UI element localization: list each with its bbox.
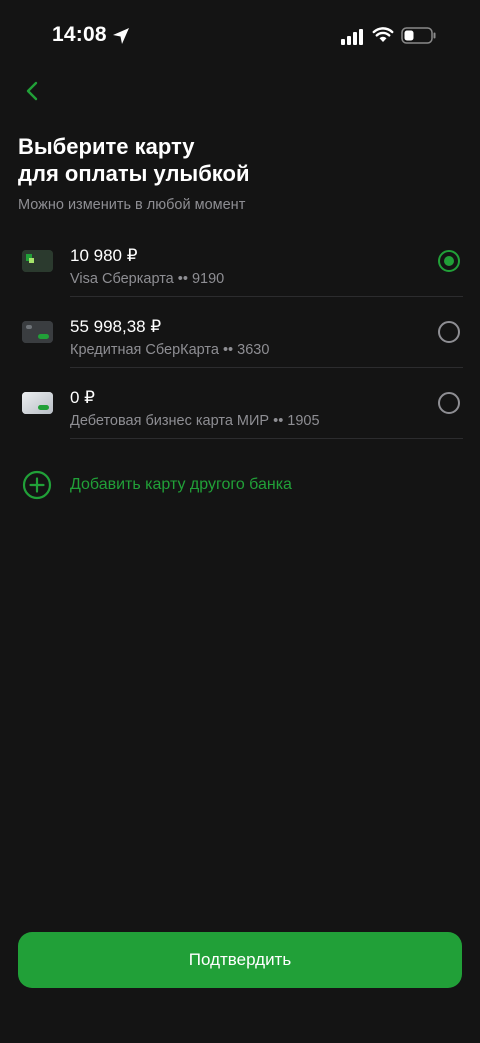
page-title-line-1: Выберите карту (18, 134, 195, 159)
page-title: Выберите карту для оплаты улыбкой (18, 133, 458, 187)
plus-circle-icon (22, 470, 52, 500)
card-name: Дебетовая бизнес карта МИР •• 1905 (70, 413, 320, 429)
chevron-left-icon (26, 81, 38, 101)
divider (70, 438, 463, 439)
signal-icon (341, 29, 363, 45)
card-option[interactable]: 0 ₽ Дебетовая бизнес карта МИР •• 1905 (0, 368, 480, 439)
card-name: Visa Сберкарта •• 9190 (70, 271, 225, 287)
page-subtitle: Можно изменить в любой момент (18, 197, 246, 213)
card-name: Кредитная СберКарта •• 3630 (70, 342, 270, 358)
battery-icon (401, 27, 436, 44)
card-balance: 55 998,38 ₽ (70, 317, 162, 336)
card-radio-selected[interactable] (438, 250, 460, 272)
card-option[interactable]: 55 998,38 ₽ Кредитная СберКарта •• 3630 (0, 297, 480, 368)
back-button[interactable] (18, 76, 48, 106)
status-time: 14:08 (52, 23, 107, 46)
card-radio[interactable] (438, 321, 460, 343)
add-card-label: Добавить карту другого банка (70, 476, 292, 493)
card-list: 10 980 ₽ Visa Сберкарта •• 9190 55 998,3… (0, 226, 480, 439)
status-bar: 14:08 (0, 0, 480, 70)
card-balance: 0 ₽ (70, 388, 95, 407)
business-card-mir-icon (22, 392, 53, 414)
location-arrow-icon (113, 28, 129, 44)
card-option[interactable]: 10 980 ₽ Visa Сберкарта •• 9190 (0, 226, 480, 297)
sbercard-credit-icon (22, 321, 53, 343)
confirm-button[interactable]: Подтвердить (18, 932, 462, 988)
card-radio[interactable] (438, 392, 460, 414)
add-other-bank-card-button[interactable]: Добавить карту другого банка (0, 466, 480, 506)
wifi-icon (372, 27, 394, 42)
sbercard-visa-icon (22, 250, 53, 272)
card-balance: 10 980 ₽ (70, 246, 138, 265)
page-title-line-2: для оплаты улыбкой (18, 161, 250, 186)
